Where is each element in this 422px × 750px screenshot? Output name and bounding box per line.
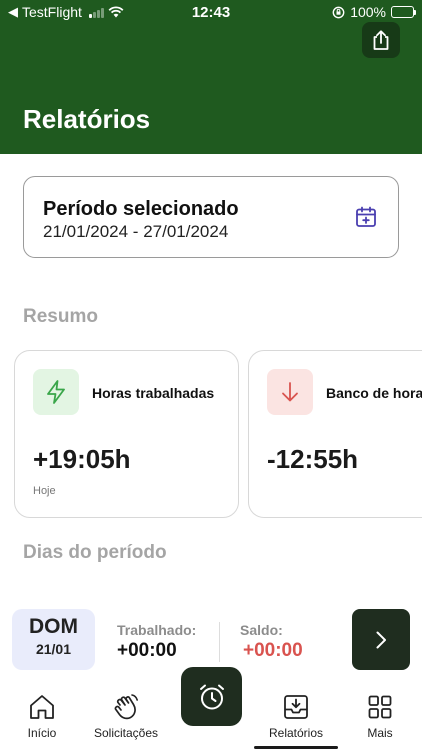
clock-in-button[interactable]	[181, 667, 242, 726]
summary-section-title: Resumo	[23, 306, 98, 327]
tab-mais[interactable]: Mais	[352, 682, 408, 750]
summary-card-hours-bank[interactable]: Banco de horas -12:55h	[248, 350, 422, 518]
tab-solicitacoes[interactable]: Solicitações	[85, 682, 167, 750]
tab-label: Mais	[367, 726, 393, 740]
worked-value: +00:00	[117, 640, 177, 661]
tab-inicio[interactable]: Início	[12, 682, 72, 750]
summary-label: Banco de horas	[326, 385, 422, 401]
orientation-lock-icon	[332, 6, 345, 18]
day-divider	[219, 622, 220, 662]
day-name: DOM	[29, 615, 78, 638]
tab-label: Relatórios	[268, 726, 324, 740]
tab-relatorios[interactable]: Relatórios	[254, 682, 338, 750]
day-detail-button[interactable]	[352, 609, 410, 670]
alarm-clock-icon	[199, 684, 224, 709]
arrow-down-icon	[282, 382, 298, 402]
page-title: Relatórios	[23, 104, 151, 134]
tab-label: Início	[27, 726, 57, 740]
period-range: 21/01/2024 - 27/01/2024	[43, 222, 229, 241]
day-date: 21/01	[35, 641, 72, 657]
status-right: 100%	[332, 4, 416, 20]
calendar-plus-icon	[356, 206, 376, 227]
day-badge: DOM 21/01	[12, 609, 95, 670]
tab-label: Solicitações	[93, 726, 159, 740]
summary-label: Horas trabalhadas	[92, 385, 215, 401]
worked-label: Trabalhado:	[117, 622, 197, 638]
download-tray-icon	[284, 695, 308, 719]
active-tab-indicator	[254, 746, 338, 749]
summary-value: -12:55h	[267, 444, 359, 474]
summary-sub: Hoje	[33, 485, 56, 497]
home-icon	[30, 695, 54, 719]
period-title: Período selecionado	[43, 198, 239, 220]
chevron-right-icon	[376, 631, 386, 648]
days-section-title: Dias do período	[23, 542, 167, 563]
status-bar: ◀ TestFlight 12:43 100%	[0, 0, 422, 24]
summary-value: +19:05h	[33, 444, 131, 474]
summary-icon-box	[267, 369, 313, 415]
period-selector[interactable]: Período selecionado 21/01/2024 - 27/01/2…	[23, 176, 399, 258]
header: ◀ TestFlight 12:43 100% Relatórios	[0, 0, 422, 154]
share-button[interactable]	[362, 22, 400, 58]
battery-icon	[391, 6, 416, 18]
summary-icon-box	[33, 369, 79, 415]
battery-percent: 100%	[350, 4, 386, 20]
summary-card-worked-hours[interactable]: Horas trabalhadas +19:05h Hoje	[14, 350, 239, 518]
lightning-icon	[47, 380, 65, 404]
balance-value: +00:00	[243, 640, 303, 661]
share-icon	[373, 30, 389, 50]
grid-icon	[368, 695, 392, 719]
hand-wave-icon	[114, 694, 138, 720]
balance-label: Saldo:	[240, 622, 283, 638]
